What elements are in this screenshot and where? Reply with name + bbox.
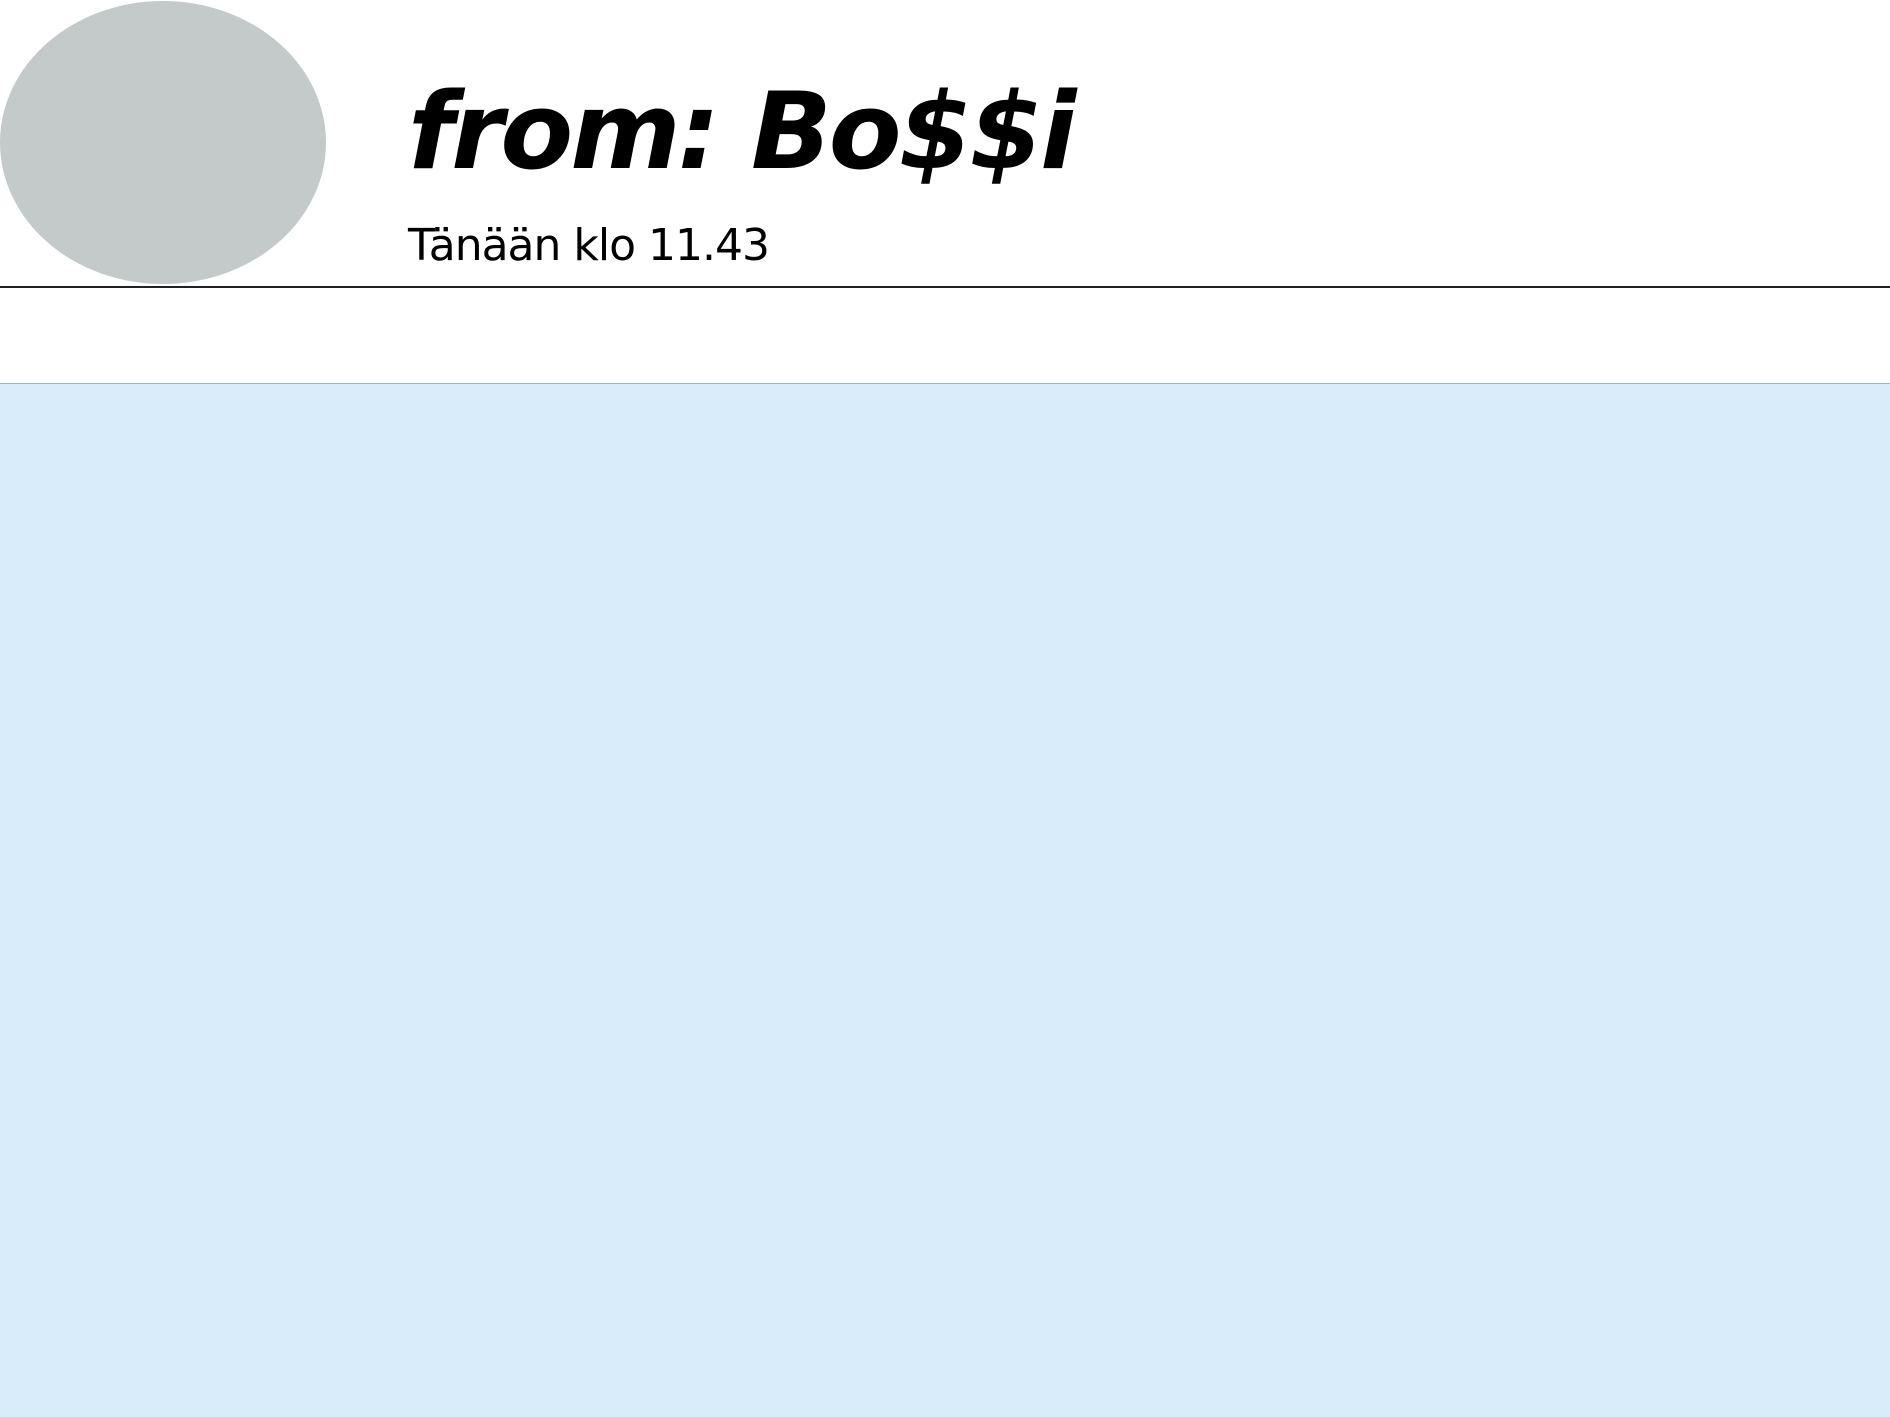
message-timestamp: Tänään klo 11.43: [408, 220, 770, 271]
message-body[interactable]: [0, 384, 1890, 1417]
message-header: from: Bo$$i Tänään klo 11.43: [0, 0, 1890, 288]
message-view: from: Bo$$i Tänään klo 11.43: [0, 0, 1890, 1417]
sender-avatar[interactable]: [0, 1, 326, 284]
sender-name: from: Bo$$i: [408, 70, 1076, 193]
subject-area: [0, 288, 1890, 384]
